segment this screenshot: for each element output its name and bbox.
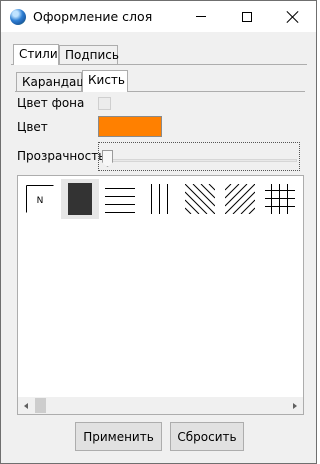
- layer-style-dialog: Оформление слоя Стили Подпись Карандаш К…: [0, 0, 317, 464]
- tab-styles[interactable]: Стили: [13, 44, 59, 65]
- horizontal-scrollbar[interactable]: [18, 397, 303, 414]
- pattern-forward-diagonal[interactable]: [221, 179, 259, 219]
- scrollbar-thumb[interactable]: [35, 398, 46, 413]
- bg-color-checkbox[interactable]: [98, 97, 111, 110]
- pattern-backward-diagonal[interactable]: [181, 179, 219, 219]
- tab-label[interactable]: Подпись: [59, 45, 119, 64]
- pattern-none[interactable]: N: [21, 179, 59, 219]
- minimize-button[interactable]: [178, 1, 224, 32]
- no-fill-icon: N: [26, 185, 54, 213]
- inner-tab-divider: [15, 91, 305, 92]
- close-icon: [287, 11, 299, 23]
- maximize-icon: [242, 11, 252, 22]
- pattern-solid[interactable]: [61, 179, 99, 219]
- backward-diagonal-icon: [185, 184, 215, 214]
- apply-button[interactable]: Применить: [75, 422, 162, 451]
- window-title: Оформление слоя: [33, 9, 153, 24]
- cross-hatch-icon: [265, 184, 295, 214]
- close-button[interactable]: [270, 1, 316, 32]
- solid-fill-icon: [68, 183, 92, 215]
- pattern-vertical[interactable]: [141, 179, 179, 219]
- scroll-right-icon[interactable]: [293, 403, 297, 409]
- pattern-list: N: [17, 175, 304, 415]
- opacity-label: Прозрачность: [17, 149, 106, 163]
- slider-thumb[interactable]: [102, 150, 113, 167]
- pattern-none-label: N: [37, 196, 44, 206]
- reset-button[interactable]: Сбросить: [170, 422, 244, 451]
- maximize-button[interactable]: [224, 1, 270, 32]
- slider-track: [105, 159, 297, 162]
- pattern-cross[interactable]: [261, 179, 299, 219]
- horizontal-lines-icon: [105, 188, 135, 213]
- forward-diagonal-icon: [225, 184, 255, 214]
- color-swatch[interactable]: [98, 116, 162, 137]
- pattern-diagonal-cross[interactable]: [301, 179, 303, 219]
- tab-pencil[interactable]: Карандаш: [16, 72, 87, 91]
- globe-icon: [10, 9, 26, 25]
- opacity-slider[interactable]: [98, 142, 300, 171]
- vertical-lines-icon: [151, 184, 168, 214]
- title-bar: Оформление слоя: [1, 1, 316, 32]
- pattern-horizontal[interactable]: [101, 179, 139, 219]
- minimize-icon: [196, 16, 206, 17]
- tab-brush[interactable]: Кисть: [82, 70, 128, 92]
- color-label: Цвет: [17, 120, 48, 134]
- scroll-left-icon[interactable]: [24, 403, 28, 409]
- bg-color-label: Цвет фона: [17, 96, 85, 110]
